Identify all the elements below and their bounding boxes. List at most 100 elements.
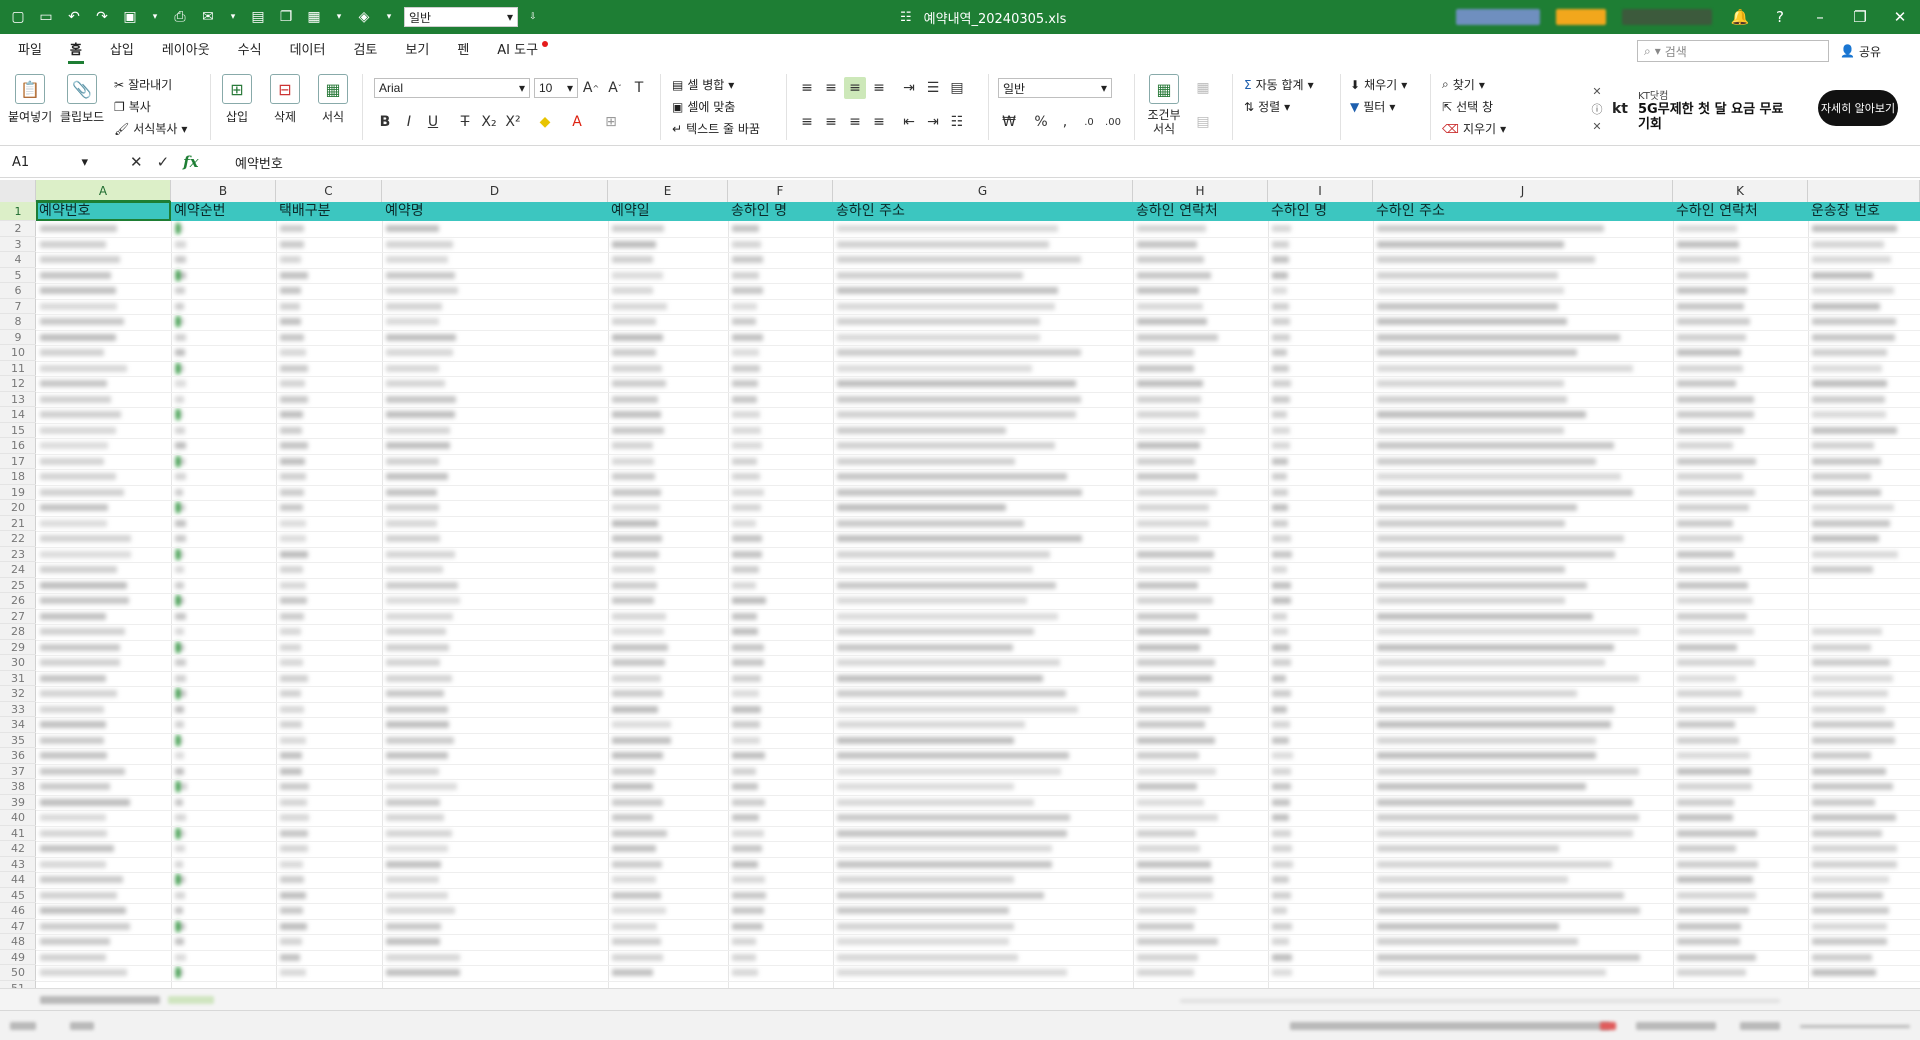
copy-icon[interactable]: ❐ [276, 7, 296, 27]
status-indicator-icon[interactable] [1600, 1022, 1616, 1030]
tab-view[interactable]: 보기 [391, 34, 443, 68]
row-header[interactable]: 21 [0, 516, 36, 531]
tab-data[interactable]: 데이터 [276, 34, 340, 68]
select-all-corner[interactable] [0, 180, 36, 202]
column-header-c[interactable]: C [276, 180, 382, 202]
row-header[interactable]: 29 [0, 640, 36, 655]
align-left-icon[interactable]: ≡ [796, 111, 818, 133]
borders-icon[interactable]: ⊞ [600, 111, 622, 133]
confirm-icon[interactable]: ✓ [157, 153, 170, 171]
row-header[interactable]: 22 [0, 531, 36, 547]
strikethrough-icon[interactable]: T [454, 111, 476, 133]
distributed-align-icon[interactable]: ☷ [946, 111, 968, 133]
share-button[interactable]: 👤 공유 [1840, 40, 1881, 62]
conditional-format-button[interactable]: ▦ 조건부 서식 [1144, 74, 1184, 136]
justify-icon[interactable]: ≡ [868, 111, 890, 133]
row-header[interactable]: 10 [0, 345, 36, 361]
horizontal-scrollbar[interactable] [1180, 999, 1780, 1003]
tab-pen[interactable]: 펜 [443, 34, 483, 68]
column-header-j[interactable]: J [1373, 180, 1673, 202]
column-header-d[interactable]: D [382, 180, 608, 202]
customize-qat-icon[interactable]: ⇩ [526, 7, 540, 27]
column-header-b[interactable]: B [171, 180, 276, 202]
filter-button[interactable]: ▼ 필터 ▾ [1350, 98, 1395, 115]
selection-pane-button[interactable]: ⇱ 선택 창 [1442, 98, 1493, 115]
decrease-decimal-icon[interactable]: .00 [1102, 111, 1124, 133]
row-header[interactable]: 1 [0, 202, 36, 221]
increase-indent-icon[interactable]: ⇥ [922, 111, 944, 133]
header-cell[interactable]: 택배구분 [276, 202, 382, 221]
row-header[interactable]: 23 [0, 547, 36, 562]
format-painter-button[interactable]: 🖌 서식복사 ▾ [114, 120, 187, 137]
row-header[interactable]: 24 [0, 562, 36, 578]
row-header[interactable]: 16 [0, 438, 36, 454]
ad-learn-more-button[interactable]: 자세히 알아보기 [1818, 90, 1898, 126]
column-header-partial[interactable] [1808, 180, 1920, 202]
orientation-icon[interactable]: ▤ [946, 77, 968, 99]
fill-color-icon[interactable]: ◆ [534, 111, 556, 133]
row-header[interactable]: 37 [0, 764, 36, 779]
merge-cells-button[interactable]: ▤ 셀 병합 ▾ [672, 76, 734, 93]
tab-ai-tools[interactable]: AI 도구 [483, 34, 552, 68]
decrease-font-icon[interactable]: Aˇ [604, 77, 626, 99]
header-cell[interactable]: 운송장 번호 [1808, 202, 1920, 221]
column-header-g[interactable]: G [833, 180, 1133, 202]
header-cell[interactable]: 수하인 주소 [1373, 202, 1673, 221]
row-header[interactable]: 14 [0, 407, 36, 423]
fill-color-icon[interactable]: ◈ [354, 7, 374, 27]
header-cell[interactable]: 송하인 연락처 [1133, 202, 1268, 221]
row-header[interactable]: 18 [0, 469, 36, 485]
underline-icon[interactable]: U [422, 111, 444, 133]
name-box[interactable]: A1 ▾ [6, 151, 94, 173]
table-dropdown-icon[interactable]: ▾ [332, 7, 346, 27]
clipboard-button[interactable]: 📎 클립보드 [60, 74, 104, 125]
clipboard-paste-icon[interactable]: ▤ [248, 7, 268, 27]
column-header-e[interactable]: E [608, 180, 728, 202]
font-name-select[interactable]: Arial ▾ [374, 78, 530, 98]
tab-insert[interactable]: 삽입 [96, 34, 148, 68]
row-header[interactable]: 9 [0, 330, 36, 345]
zoom-slider[interactable] [1800, 1025, 1910, 1028]
row-header[interactable]: 46 [0, 903, 36, 919]
align-middle-icon[interactable]: ≡ [820, 77, 842, 99]
zoom-level-blurred[interactable] [1740, 1022, 1780, 1030]
row-header[interactable]: 7 [0, 299, 36, 314]
subscript-icon[interactable]: X₂ [478, 111, 500, 133]
row-header[interactable]: 44 [0, 872, 36, 888]
save-dropdown-icon[interactable]: ▾ [148, 7, 162, 27]
row-header[interactable]: 36 [0, 748, 36, 764]
header-cell[interactable]: 예약번호 [36, 202, 171, 221]
row-header[interactable]: 13 [0, 392, 36, 407]
align-top-icon[interactable]: ≡ [796, 77, 818, 99]
fill-dropdown-icon[interactable]: ▾ [382, 7, 396, 27]
style-select[interactable]: 일반 ▾ [404, 7, 518, 27]
column-header-h[interactable]: H [1133, 180, 1268, 202]
row-header[interactable]: 48 [0, 934, 36, 950]
row-header[interactable]: 12 [0, 376, 36, 392]
row-header[interactable]: 15 [0, 423, 36, 438]
format-cells-button[interactable]: ▦ 서식 [318, 74, 348, 125]
restore-icon[interactable]: ❐ [1848, 8, 1872, 26]
font-color-icon[interactable]: A [566, 111, 588, 133]
header-row[interactable]: 예약번호 예약순번 택배구분 예약명 예약일 송하인 명 송하인 주소 송하인 연락처 수하인 … [36, 202, 1920, 221]
tab-layout[interactable]: 레이아웃 [148, 34, 224, 68]
row-header[interactable]: 30 [0, 655, 36, 671]
row-header[interactable]: 26 [0, 593, 36, 609]
column-header-a[interactable]: A [36, 180, 171, 202]
align-bottom-icon[interactable]: ≡ [844, 77, 866, 99]
row-header[interactable]: 49 [0, 950, 36, 965]
delete-cells-button[interactable]: ⊟ 삭제 [270, 74, 300, 125]
mail-dropdown-icon[interactable]: ▾ [226, 7, 240, 27]
row-header[interactable]: 6 [0, 283, 36, 299]
clear-format-icon[interactable]: T [628, 77, 650, 99]
header-cell[interactable]: 송하인 주소 [833, 202, 1133, 221]
currency-icon[interactable]: ₩ [998, 111, 1020, 133]
increase-font-icon[interactable]: A ^ [580, 77, 602, 99]
fit-to-cell-button[interactable]: ▣ 셀에 맞춤 [672, 98, 735, 115]
row-header[interactable]: 42 [0, 841, 36, 857]
cancel-icon[interactable]: ✕ [130, 153, 143, 171]
ad-close-icon[interactable]: ✕ [1592, 85, 1601, 98]
header-cell[interactable]: 예약명 [382, 202, 608, 221]
header-cell[interactable]: 수하인 연락처 [1673, 202, 1808, 221]
row-header[interactable]: 34 [0, 717, 36, 733]
